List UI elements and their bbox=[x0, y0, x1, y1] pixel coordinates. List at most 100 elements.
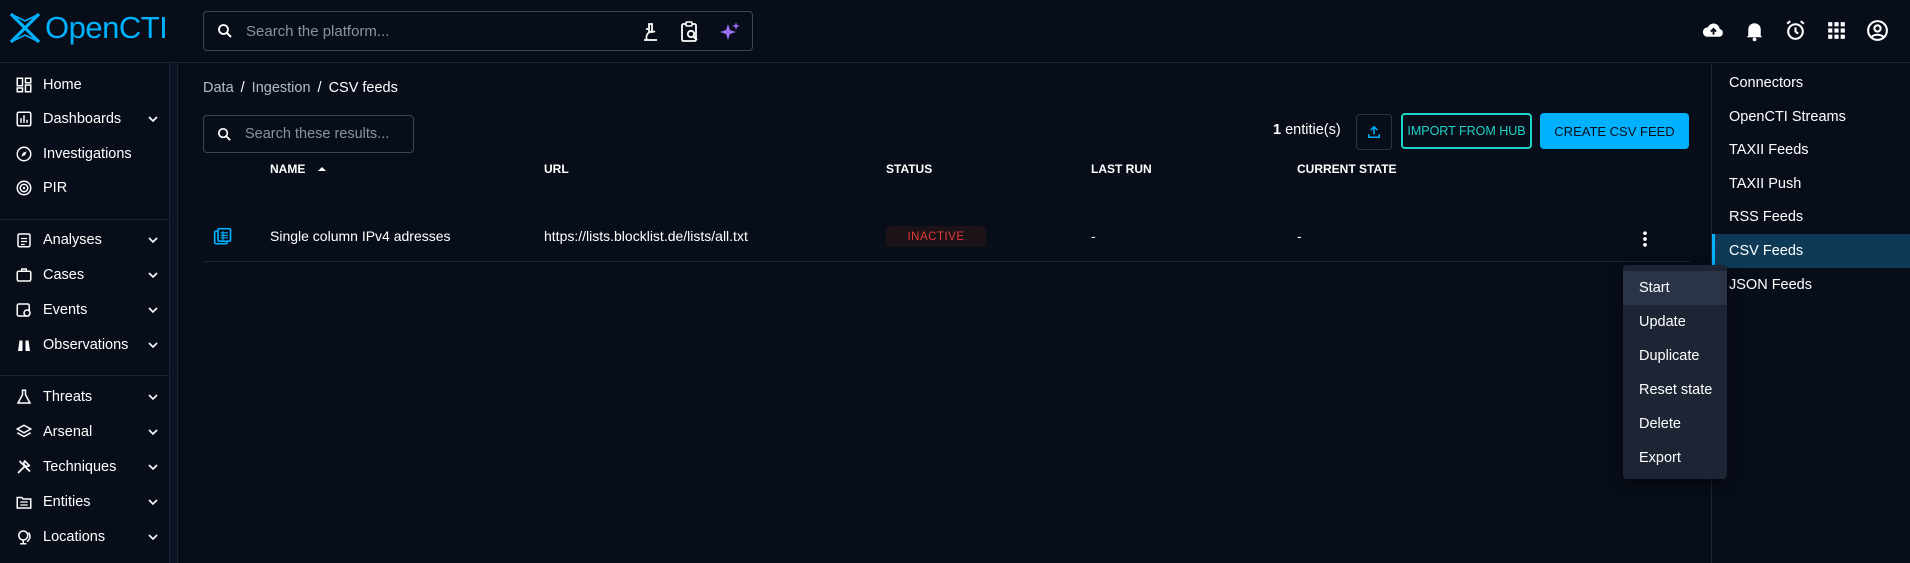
feed-current-state: - bbox=[1297, 228, 1302, 244]
menu-item-export[interactable]: Export bbox=[1623, 441, 1727, 475]
ai-sparkle-icon[interactable] bbox=[718, 20, 742, 44]
nav-item-cases[interactable]: Cases bbox=[0, 258, 170, 292]
nav-divider bbox=[0, 219, 170, 220]
right-nav-rss-feeds[interactable]: RSS Feeds bbox=[1712, 200, 1910, 234]
nav-item-events[interactable]: Events bbox=[0, 293, 170, 327]
breadcrumb-separator: / bbox=[317, 80, 322, 96]
sort-ascending-icon[interactable] bbox=[316, 163, 328, 175]
folder-table-icon bbox=[16, 496, 32, 509]
column-header-last-run[interactable]: LAST RUN bbox=[1091, 162, 1152, 176]
nav-label: Locations bbox=[43, 529, 106, 545]
compass-icon bbox=[16, 146, 32, 162]
main-content: Data / Ingestion / CSV feeds Search thes… bbox=[180, 63, 1710, 563]
global-search[interactable]: Search the platform... bbox=[203, 11, 753, 51]
menu-item-update[interactable]: Update bbox=[1623, 305, 1727, 339]
radar-icon bbox=[16, 180, 32, 196]
row-context-menu: Start Update Duplicate Reset state Delet… bbox=[1623, 265, 1727, 479]
bell-icon[interactable] bbox=[1742, 18, 1767, 43]
nav-item-observations[interactable]: Observations bbox=[0, 328, 170, 362]
ingestion-navigation: Connectors OpenCTI Streams TAXII Feeds T… bbox=[1711, 63, 1910, 563]
right-nav-opencti-streams[interactable]: OpenCTI Streams bbox=[1712, 100, 1910, 134]
layers-icon bbox=[15, 424, 33, 438]
chevron-down-icon[interactable] bbox=[145, 111, 161, 127]
column-header-name[interactable]: NAME bbox=[270, 162, 305, 176]
create-csv-feed-button[interactable]: CREATE CSV FEED bbox=[1540, 113, 1689, 149]
binoculars-icon bbox=[18, 340, 30, 351]
nav-label: Cases bbox=[43, 267, 85, 283]
upload-icon bbox=[1368, 125, 1380, 138]
nav-item-investigations[interactable]: Investigations bbox=[0, 137, 170, 171]
chevron-down-icon[interactable] bbox=[145, 302, 161, 318]
flask-icon bbox=[16, 389, 32, 404]
menu-item-start[interactable]: Start bbox=[1623, 271, 1727, 305]
chevron-down-icon[interactable] bbox=[145, 337, 161, 353]
right-nav-taxii-push[interactable]: TAXII Push bbox=[1712, 167, 1910, 201]
opencti-logo-icon bbox=[9, 12, 41, 44]
nav-label: Investigations bbox=[43, 146, 132, 162]
apps-grid-icon[interactable] bbox=[1824, 18, 1849, 43]
entity-count: 1 entitie(s) bbox=[1273, 122, 1341, 138]
import-from-hub-button[interactable]: IMPORT FROM HUB bbox=[1401, 113, 1532, 149]
search-icon bbox=[217, 127, 231, 141]
nav-item-techniques[interactable]: Techniques bbox=[0, 450, 170, 484]
chevron-down-icon[interactable] bbox=[145, 529, 161, 545]
top-bar: OpenCTI Search the platform... bbox=[0, 0, 1910, 63]
nav-item-analyses[interactable]: Analyses bbox=[0, 223, 170, 257]
breadcrumb-data[interactable]: Data bbox=[203, 80, 234, 96]
chevron-down-icon[interactable] bbox=[145, 459, 161, 475]
nav-label: Dashboards bbox=[43, 111, 122, 127]
breadcrumb-separator: / bbox=[240, 80, 245, 96]
search-icon bbox=[218, 24, 232, 38]
microscope-icon[interactable] bbox=[638, 20, 662, 44]
right-nav-connectors[interactable]: Connectors bbox=[1712, 66, 1910, 100]
dashboard-grid-icon bbox=[16, 77, 32, 93]
results-search-placeholder: Search these results... bbox=[245, 126, 390, 142]
feed-name: Single column IPv4 adresses bbox=[270, 228, 451, 244]
cloud-upload-icon[interactable] bbox=[1701, 18, 1726, 43]
more-vert-icon[interactable] bbox=[1635, 229, 1655, 249]
nav-label: Observations bbox=[43, 337, 129, 353]
menu-item-duplicate[interactable]: Duplicate bbox=[1623, 339, 1727, 373]
column-header-current-state[interactable]: CURRENT STATE bbox=[1297, 162, 1397, 176]
nav-item-threats[interactable]: Threats bbox=[0, 380, 170, 414]
chevron-down-icon[interactable] bbox=[145, 424, 161, 440]
breadcrumb-ingestion[interactable]: Ingestion bbox=[252, 80, 311, 96]
entity-count-suffix: entitie(s) bbox=[1285, 122, 1341, 138]
nav-item-locations[interactable]: Locations bbox=[0, 520, 170, 554]
account-icon[interactable] bbox=[1865, 18, 1890, 43]
nav-item-pir[interactable]: PIR bbox=[0, 171, 170, 205]
right-nav-taxii-feeds[interactable]: TAXII Feeds bbox=[1712, 133, 1910, 167]
nav-item-arsenal[interactable]: Arsenal bbox=[0, 415, 170, 449]
right-nav-csv-feeds[interactable]: CSV Feeds bbox=[1712, 234, 1910, 268]
nav-label: Threats bbox=[43, 389, 93, 405]
chevron-down-icon[interactable] bbox=[145, 232, 161, 248]
menu-item-reset-state[interactable]: Reset state bbox=[1623, 373, 1727, 407]
nav-item-entities[interactable]: Entities bbox=[0, 485, 170, 519]
nav-label: Home bbox=[43, 77, 82, 93]
nav-label: Analyses bbox=[43, 232, 102, 248]
nav-item-dashboards[interactable]: Dashboards bbox=[0, 102, 170, 136]
results-search-input[interactable]: Search these results... bbox=[203, 115, 414, 153]
upload-button[interactable] bbox=[1356, 114, 1392, 150]
nav-label: Arsenal bbox=[43, 424, 93, 440]
right-nav-json-feeds[interactable]: JSON Feeds bbox=[1712, 268, 1910, 302]
feed-url: https://lists.blocklist.de/lists/all.txt bbox=[544, 228, 748, 244]
nav-label: Events bbox=[43, 302, 88, 318]
chevron-down-icon[interactable] bbox=[145, 389, 161, 405]
column-header-status[interactable]: STATUS bbox=[886, 162, 932, 176]
nav-label: Entities bbox=[43, 494, 91, 510]
opencti-logo[interactable]: OpenCTI bbox=[8, 10, 168, 46]
calendar-clock-icon bbox=[16, 303, 31, 317]
menu-item-delete[interactable]: Delete bbox=[1623, 407, 1727, 441]
entity-count-value: 1 bbox=[1273, 122, 1282, 138]
app-name: OpenCTI bbox=[45, 10, 168, 45]
nav-collapse-rail[interactable] bbox=[170, 63, 178, 563]
chevron-down-icon[interactable] bbox=[145, 267, 161, 283]
nav-item-home[interactable]: Home bbox=[0, 68, 170, 102]
column-header-url[interactable]: URL bbox=[544, 162, 569, 176]
left-navigation: Home Dashboards Investigations PIR Analy… bbox=[0, 63, 170, 563]
alarm-clock-icon[interactable] bbox=[1783, 18, 1808, 43]
chevron-down-icon[interactable] bbox=[145, 494, 161, 510]
tools-icon bbox=[17, 459, 31, 474]
clipboard-search-icon[interactable] bbox=[678, 20, 702, 44]
